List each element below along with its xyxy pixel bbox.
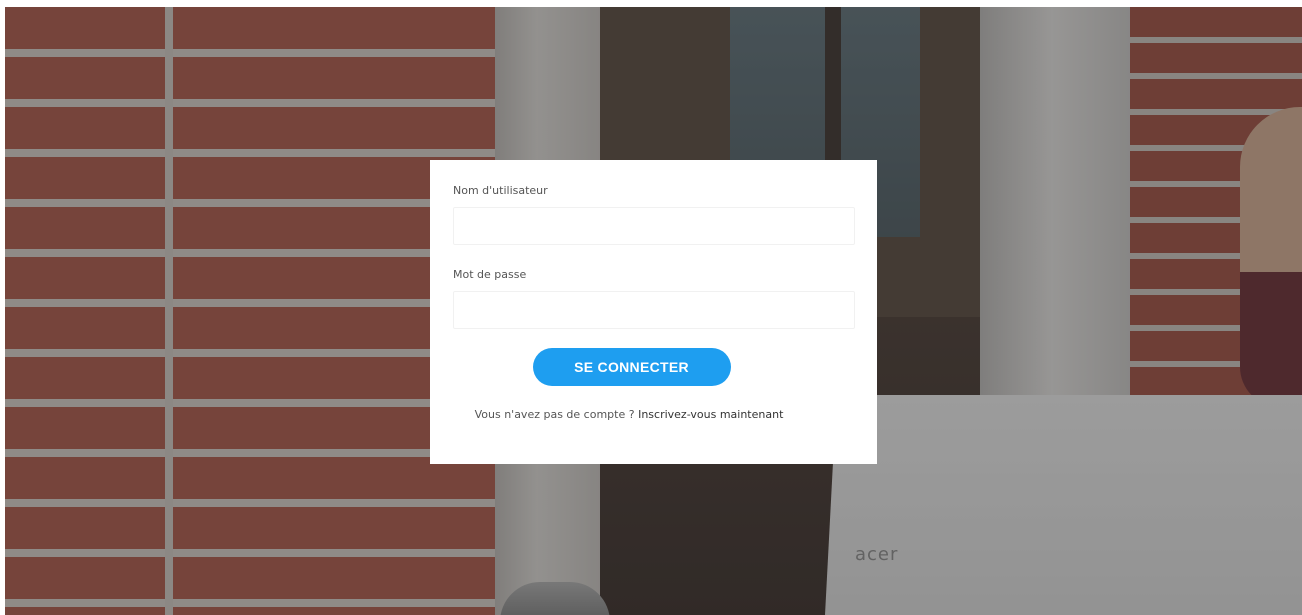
- signup-prompt-text: Vous n'avez pas de compte ?: [474, 408, 635, 421]
- signup-prompt-block: Vous n'avez pas de compte ? Inscrivez-vo…: [428, 405, 830, 425]
- login-page: acer Nom d'utilisateur Mot de passe SE C…: [0, 0, 1302, 615]
- username-label: Nom d'utilisateur: [453, 184, 548, 197]
- login-form: Nom d'utilisateur Mot de passe SE CONNEC…: [430, 160, 877, 464]
- username-input[interactable]: [453, 207, 855, 245]
- password-label: Mot de passe: [453, 268, 527, 281]
- signup-link[interactable]: Inscrivez-vous maintenant: [638, 408, 783, 421]
- password-input[interactable]: [453, 291, 855, 329]
- login-button[interactable]: SE CONNECTER: [532, 348, 731, 386]
